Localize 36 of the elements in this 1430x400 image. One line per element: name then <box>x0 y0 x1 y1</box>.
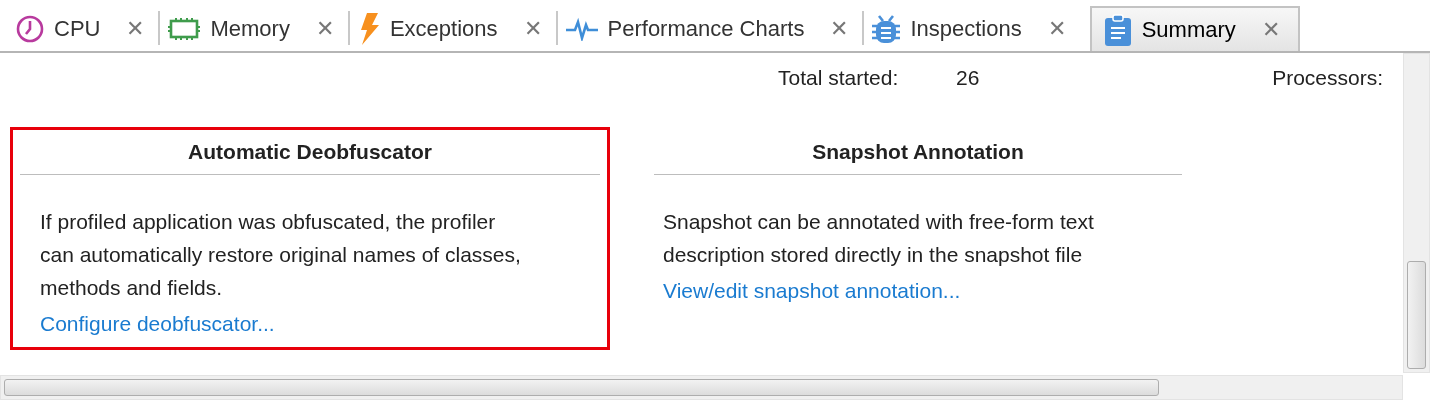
bug-icon <box>872 13 901 44</box>
tab-label: Memory <box>210 15 290 43</box>
clock-icon <box>16 14 44 43</box>
pulse-icon <box>565 16 598 41</box>
chip-icon <box>168 16 201 41</box>
tab[interactable]: CPU ✕ <box>8 6 159 51</box>
close-icon[interactable]: ✕ <box>126 12 145 45</box>
tab-label: CPU <box>54 15 101 43</box>
scrollbar-thumb[interactable] <box>4 379 1159 396</box>
card-title: Automatic Deobfuscator <box>188 140 432 163</box>
vertical-scrollbar[interactable] <box>1403 53 1430 373</box>
tab[interactable]: Memory ✕ <box>160 6 348 51</box>
close-icon[interactable]: ✕ <box>1261 13 1280 46</box>
tab-label: Summary <box>1141 16 1236 44</box>
link[interactable]: Configure deobfuscator... <box>40 307 607 339</box>
card-description: If profiled application was obfuscated, the profiler can automatically restore original names of classes, methods and fields. <box>40 208 522 301</box>
card-title: Snapshot Annotation <box>812 140 1024 163</box>
tab-label: Exceptions <box>389 15 498 43</box>
link[interactable]: View/edit snapshot annotation... <box>663 274 1189 306</box>
card-description: Snapshot can be annotated with free-form text description stored directly in the snapshot file <box>663 208 1095 268</box>
tab[interactable]: Summary ✕ <box>1089 6 1300 51</box>
close-icon[interactable]: ✕ <box>523 12 542 45</box>
close-icon[interactable]: ✕ <box>1047 12 1066 45</box>
tab[interactable]: Exceptions ✕ <box>349 6 556 51</box>
stat-label: Total started: <box>778 65 900 92</box>
tab-label: Performance Charts <box>607 15 805 43</box>
tab-label: Inspections <box>910 15 1022 43</box>
stat-value: 26 <box>956 65 981 92</box>
clipboard-icon <box>1103 13 1132 46</box>
stat-label: Processors: <box>1272 65 1383 92</box>
close-icon[interactable]: ✕ <box>830 12 849 45</box>
horizontal-scrollbar[interactable] <box>0 375 1403 400</box>
tab[interactable]: Performance Charts ✕ <box>557 6 863 51</box>
tab[interactable]: Inspections ✕ <box>864 6 1080 51</box>
close-icon[interactable]: ✕ <box>315 12 334 45</box>
scrollbar-thumb[interactable] <box>1407 261 1426 369</box>
